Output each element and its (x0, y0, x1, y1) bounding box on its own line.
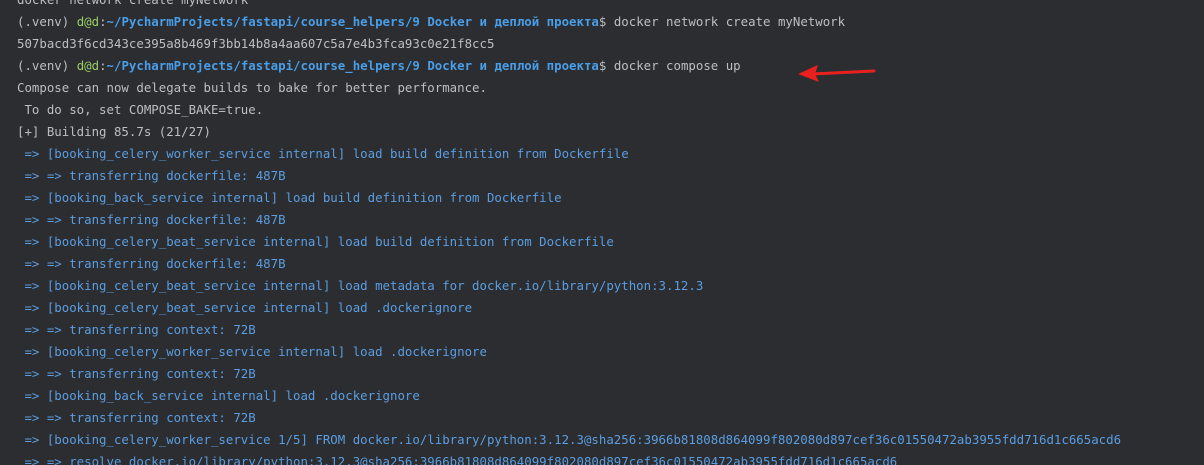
terminal-output: docker network create myNetwork (.venv) … (17, 0, 1121, 465)
prompt-path: ~/PycharmProjects/fastapi/course_helpers… (106, 14, 599, 29)
command-text: docker network create myNetwork (613, 14, 846, 29)
compose-note-line: To do so, set COMPOSE_BAKE=true. (17, 102, 264, 117)
build-line: => => resolve docker.io/library/python:3… (17, 454, 898, 465)
build-line: => => transferring dockerfile: 487B (17, 256, 286, 271)
prompt-colon: : (99, 58, 107, 73)
build-line: => => transferring dockerfile: 487B (17, 212, 286, 227)
prompt-path: ~/PycharmProjects/fastapi/course_helpers… (106, 58, 599, 73)
build-line: => [booking_celery_worker_service intern… (17, 146, 629, 161)
build-line: => => transferring dockerfile: 487B (17, 168, 286, 183)
build-line: => [booking_celery_beat_service internal… (17, 234, 614, 249)
prompt-venv: (.venv) (17, 14, 77, 29)
prompt-line: (.venv) d@d:~/PycharmProjects/fastapi/co… (17, 55, 1121, 77)
command-text: docker compose up (613, 58, 741, 73)
prompt-venv: (.venv) (17, 58, 77, 73)
build-line: => [booking_celery_worker_service intern… (17, 344, 487, 359)
prompt-colon: : (99, 14, 107, 29)
terminal-window[interactable]: docker network create myNetwork (.venv) … (0, 0, 1204, 465)
build-line: => [booking_back_service internal] load … (17, 388, 420, 403)
prompt-line: (.venv) d@d:~/PycharmProjects/fastapi/co… (17, 11, 1121, 33)
build-line: => => transferring context: 72B (17, 410, 256, 425)
build-line: => [booking_celery_beat_service internal… (17, 300, 473, 315)
build-line: => [booking_celery_beat_service internal… (17, 278, 704, 293)
building-status-line: [+] Building 85.7s (21/27) (17, 124, 211, 139)
network-id-line: 507bacd3f6cd343ce395a8b469f3bb14b8a4aa60… (17, 36, 495, 51)
build-line: => [booking_celery_worker_service 1/5] F… (17, 432, 1122, 447)
compose-note-line: Compose can now delegate builds to bake … (17, 80, 487, 95)
terminal-line: docker network create myNetwork (17, 0, 1121, 11)
red-arrow-icon (798, 65, 876, 82)
prompt-user: d@d (76, 58, 100, 73)
build-line: => => transferring context: 72B (17, 322, 256, 337)
build-line: => [booking_back_service internal] load … (17, 190, 562, 205)
prompt-dollar: $ (598, 14, 614, 29)
prompt-user: d@d (76, 14, 100, 29)
prompt-dollar: $ (598, 58, 614, 73)
build-line: => => transferring context: 72B (17, 366, 256, 381)
